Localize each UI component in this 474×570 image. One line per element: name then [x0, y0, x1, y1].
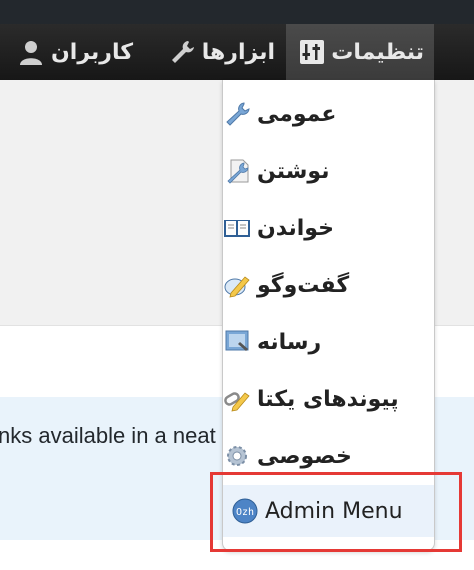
media-icon	[225, 330, 249, 351]
admin-menubar: کاربران ابزارها تنظیمات	[0, 24, 474, 80]
dropdown-item-label: رسانه	[257, 329, 322, 355]
menu-users-label: کاربران	[51, 39, 133, 65]
wrench-icon	[226, 102, 250, 126]
user-icon	[20, 41, 43, 65]
link-icon	[224, 392, 250, 412]
menu-settings-label: تنظیمات	[331, 39, 424, 65]
dropdown-item-writing[interactable]: نوشتن	[223, 145, 434, 197]
dropdown-item-label: نوشتن	[257, 158, 330, 184]
writing-icon	[227, 159, 249, 184]
dropdown-item-label: گفت‌وگو	[257, 272, 350, 298]
dropdown-item-media[interactable]: رسانه	[223, 316, 434, 368]
dropdown-item-label: خصوصی	[257, 443, 352, 469]
dropdown-item-discussion[interactable]: گفت‌وگو	[223, 259, 434, 311]
wrench-icon	[171, 41, 194, 63]
highlight-annotation	[210, 472, 462, 552]
dropdown-item-label: خواندن	[257, 215, 334, 241]
admin-top-strip	[0, 0, 474, 24]
menu-tools-label: ابزارها	[201, 39, 275, 65]
settings-icon	[300, 40, 325, 64]
dropdown-item-label: پیوندهای یکتا	[257, 386, 399, 412]
dropdown-item-permalinks[interactable]: پیوندهای یکتا	[223, 373, 434, 425]
menu-tools[interactable]: ابزارها	[160, 24, 275, 80]
book-icon	[224, 220, 250, 237]
dropdown-item-label: عمومی	[257, 101, 337, 127]
menu-settings[interactable]: تنظیمات	[286, 24, 434, 80]
dropdown-item-general[interactable]: عمومی	[223, 88, 434, 140]
menu-users[interactable]: کاربران	[18, 24, 133, 80]
gear-icon	[227, 446, 247, 466]
pencil-icon	[224, 276, 250, 298]
dropdown-item-reading[interactable]: خواندن	[223, 202, 434, 254]
